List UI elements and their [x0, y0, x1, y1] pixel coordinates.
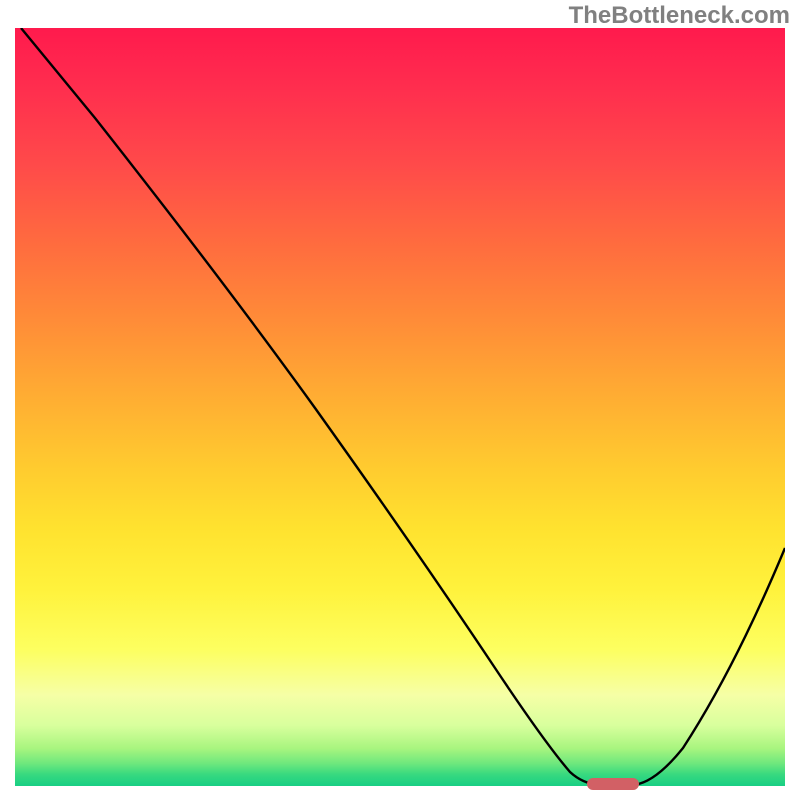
chart-container: TheBottleneck.com: [0, 0, 800, 800]
plot-area: [15, 28, 785, 786]
curve-layer: [15, 28, 785, 786]
optimum-marker: [587, 778, 639, 790]
watermark-text: TheBottleneck.com: [569, 2, 790, 30]
bottleneck-curve: [21, 28, 785, 785]
